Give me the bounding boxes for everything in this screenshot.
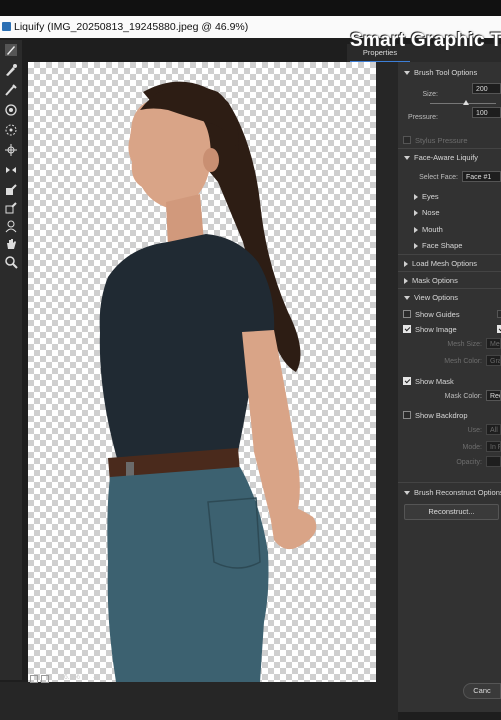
expand-icon: [414, 194, 418, 201]
show-backdrop-checkbox[interactable]: [403, 411, 411, 419]
mesh-color-dropdown[interactable]: Gra: [486, 355, 501, 366]
expand-icon: [414, 243, 418, 250]
window-top-band: [0, 0, 501, 16]
expand-icon: [414, 227, 418, 234]
stylus-pressure-label: Stylus Pressure: [415, 136, 468, 145]
select-face-dropdown[interactable]: Face #1: [462, 171, 501, 182]
push-left-tool-icon[interactable]: [3, 162, 19, 178]
zoom-dropdown-icon[interactable]: ⌄: [92, 673, 98, 681]
pressure-label: Pressure:: [408, 114, 438, 121]
thaw-mask-tool-icon[interactable]: [3, 200, 19, 216]
size-field[interactable]: 200: [472, 83, 501, 94]
image-canvas[interactable]: [28, 62, 376, 682]
zoom-level: 46.9%: [60, 674, 80, 681]
subject-image: [99, 81, 317, 682]
mode-label: Mode:: [462, 444, 482, 451]
show-mask-label: Show Mask: [415, 377, 454, 386]
zoom-in-button[interactable]: [41, 675, 49, 683]
divider: [398, 254, 501, 255]
collapse-icon: [404, 156, 410, 161]
show-mask-checkbox[interactable]: [403, 377, 411, 385]
mesh-size-dropdown[interactable]: Me: [486, 338, 501, 349]
dialog-title: Liquify (IMG_20250813_19245880.jpeg @ 46…: [14, 21, 249, 33]
forward-warp-tool-icon[interactable]: [3, 42, 19, 58]
mask-color-dropdown[interactable]: Red: [486, 390, 501, 401]
divider: [398, 148, 501, 149]
face-tool-icon[interactable]: [3, 218, 19, 234]
expand-icon: [414, 210, 418, 217]
expander-eyes[interactable]: Eyes: [414, 192, 439, 201]
bloat-tool-icon[interactable]: [3, 142, 19, 158]
expander-mouth[interactable]: Mouth: [414, 225, 443, 234]
hand-tool-icon[interactable]: [3, 236, 19, 252]
collapse-icon: [404, 71, 410, 76]
show-image-label: Show Image: [415, 325, 457, 334]
pressure-field[interactable]: 100: [472, 107, 501, 118]
select-face-label: Select Face:: [419, 174, 458, 181]
divider: [398, 288, 501, 289]
smooth-tool-icon[interactable]: [3, 82, 19, 98]
twirl-tool-icon[interactable]: [3, 102, 19, 118]
zoom-tool-icon[interactable]: [3, 254, 19, 270]
collapse-icon: [404, 296, 410, 301]
divider: [398, 271, 501, 272]
expander-face-shape[interactable]: Face Shape: [414, 241, 462, 250]
panel-gap: [376, 62, 398, 682]
use-dropdown[interactable]: All: [486, 424, 501, 435]
status-bar: [0, 682, 398, 720]
freeze-mask-tool-icon[interactable]: [3, 182, 19, 198]
mesh-size-label: Mesh Size:: [447, 341, 482, 348]
reconstruct-tool-icon[interactable]: [3, 62, 19, 78]
expand-icon: [404, 278, 408, 285]
show-backdrop-label: Show Backdrop: [415, 411, 468, 420]
cancel-button[interactable]: Canc: [463, 683, 501, 699]
opacity-field[interactable]: [486, 456, 501, 467]
collapse-icon: [404, 491, 410, 496]
expand-icon: [404, 261, 408, 268]
section-mask-options[interactable]: Mask Options: [404, 276, 458, 285]
section-face-aware-liquify[interactable]: Face-Aware Liquify: [404, 153, 478, 162]
section-brush-tool-options[interactable]: Brush Tool Options: [404, 68, 477, 77]
video-overlay-text: Smart Graphic T: [350, 30, 501, 51]
show-mesh-checkbox[interactable]: [497, 310, 501, 318]
mask-color-label: Mask Color:: [444, 393, 482, 400]
zoom-out-button[interactable]: [30, 675, 38, 683]
reconstruct-button[interactable]: Reconstruct...: [404, 504, 499, 520]
section-load-mesh-options[interactable]: Load Mesh Options: [404, 259, 477, 268]
section-brush-reconstruct-options[interactable]: Brush Reconstruct Options: [404, 488, 501, 497]
show-guides-label: Show Guides: [415, 310, 460, 319]
stylus-pressure-checkbox[interactable]: [403, 136, 411, 144]
photoshop-icon: [2, 22, 11, 31]
mesh-color-label: Mesh Color:: [444, 358, 482, 365]
size-label: Size:: [422, 91, 438, 98]
mesh-checkbox[interactable]: [497, 325, 501, 333]
pucker-tool-icon[interactable]: [3, 122, 19, 138]
liquify-toolbar: [0, 40, 22, 680]
mode-dropdown[interactable]: In F: [486, 441, 501, 452]
section-view-options[interactable]: View Options: [404, 293, 458, 302]
size-slider[interactable]: [430, 100, 496, 105]
show-image-checkbox[interactable]: [403, 325, 411, 333]
expander-nose[interactable]: Nose: [414, 208, 440, 217]
size-slider-thumb[interactable]: [463, 100, 470, 105]
opacity-label: Opacity:: [456, 459, 482, 466]
divider: [398, 482, 501, 483]
use-label: Use:: [467, 427, 482, 434]
show-guides-checkbox[interactable]: [403, 310, 411, 318]
